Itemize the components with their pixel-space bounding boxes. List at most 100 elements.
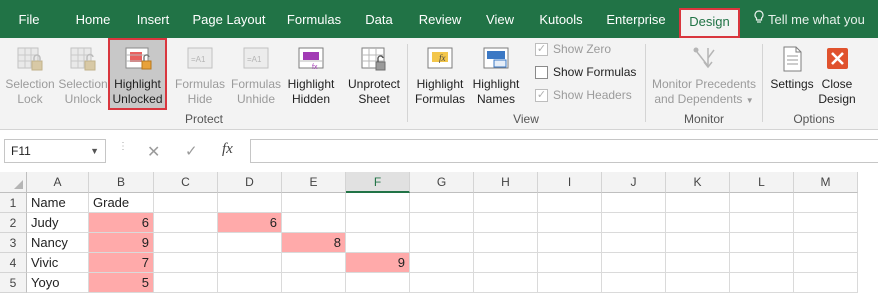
cell-f1[interactable]	[346, 193, 410, 213]
cell-f2[interactable]	[346, 213, 410, 233]
column-header-j[interactable]: J	[602, 172, 666, 193]
column-header-g[interactable]: G	[410, 172, 474, 193]
highlight-formulas-button[interactable]: fx Highlight Formulas	[412, 42, 468, 112]
cell-k1[interactable]	[666, 193, 730, 213]
column-header-a[interactable]: A	[27, 172, 89, 193]
cell-d3[interactable]	[218, 233, 282, 253]
cell-j5[interactable]	[602, 273, 666, 293]
cell-k5[interactable]	[666, 273, 730, 293]
cell-e3[interactable]: 8	[282, 233, 346, 253]
cell-m5[interactable]	[794, 273, 858, 293]
row-header-1[interactable]: 1	[0, 193, 27, 213]
cell-d2[interactable]: 6	[218, 213, 282, 233]
show-zero-checkbox[interactable]: ✓ Show Zero	[535, 42, 611, 56]
formula-input[interactable]	[250, 139, 878, 163]
unprotect-sheet-button[interactable]: Unprotect Sheet	[344, 42, 404, 112]
selection-lock-button[interactable]: Selection Lock	[4, 42, 56, 112]
cell-b5[interactable]: 5	[89, 273, 154, 293]
cell-l1[interactable]	[730, 193, 794, 213]
column-header-f[interactable]: F	[346, 172, 410, 193]
column-header-c[interactable]: C	[154, 172, 218, 193]
cell-i4[interactable]	[538, 253, 602, 273]
tab-review[interactable]: Review	[410, 0, 470, 38]
cell-i2[interactable]	[538, 213, 602, 233]
close-design-button[interactable]: Close Design	[816, 42, 858, 112]
cell-g1[interactable]	[410, 193, 474, 213]
cell-m4[interactable]	[794, 253, 858, 273]
cell-e4[interactable]	[282, 253, 346, 273]
cell-l2[interactable]	[730, 213, 794, 233]
column-header-b[interactable]: B	[89, 172, 154, 193]
cell-b2[interactable]: 6	[89, 213, 154, 233]
cell-i5[interactable]	[538, 273, 602, 293]
highlight-names-button[interactable]: Highlight Names	[468, 42, 524, 112]
cancel-icon[interactable]: ✕	[147, 142, 160, 162]
show-headers-checkbox[interactable]: ✓ Show Headers	[535, 88, 632, 102]
row-header-2[interactable]: 2	[0, 213, 27, 233]
cell-h1[interactable]	[474, 193, 538, 213]
tell-me-search[interactable]: Tell me what you wa	[754, 0, 878, 67]
cell-c2[interactable]	[154, 213, 218, 233]
formulas-unhide-button[interactable]: =A1 Formulas Unhide	[228, 42, 284, 112]
tab-file[interactable]: File	[0, 0, 58, 38]
column-header-h[interactable]: H	[474, 172, 538, 193]
cell-k2[interactable]	[666, 213, 730, 233]
cell-b3[interactable]: 9	[89, 233, 154, 253]
cell-c1[interactable]	[154, 193, 218, 213]
cell-l3[interactable]	[730, 233, 794, 253]
cell-b4[interactable]: 7	[89, 253, 154, 273]
cell-m3[interactable]	[794, 233, 858, 253]
cell-j2[interactable]	[602, 213, 666, 233]
cell-i3[interactable]	[538, 233, 602, 253]
cell-a2[interactable]: Judy	[27, 213, 89, 233]
highlight-hidden-button[interactable]: fx Highlight Hidden	[284, 42, 338, 112]
row-header-4[interactable]: 4	[0, 253, 27, 273]
cell-j3[interactable]	[602, 233, 666, 253]
cell-f3[interactable]	[346, 233, 410, 253]
show-formulas-checkbox[interactable]: Show Formulas	[535, 65, 636, 79]
drag-handle-icon[interactable]: ⋮	[118, 142, 128, 152]
column-header-i[interactable]: I	[538, 172, 602, 193]
monitor-precedents-button[interactable]: Monitor Precedents and Dependents ▼	[650, 42, 758, 112]
tab-home[interactable]: Home	[64, 0, 122, 38]
tab-kutools[interactable]: Kutools	[530, 0, 592, 38]
cell-a1[interactable]: Name	[27, 193, 89, 213]
cell-c3[interactable]	[154, 233, 218, 253]
column-header-k[interactable]: K	[666, 172, 730, 193]
select-all-button[interactable]	[0, 172, 27, 193]
cell-j1[interactable]	[602, 193, 666, 213]
tab-data[interactable]: Data	[356, 0, 402, 38]
cell-h3[interactable]	[474, 233, 538, 253]
cell-g5[interactable]	[410, 273, 474, 293]
cell-k4[interactable]	[666, 253, 730, 273]
highlight-unlocked-button[interactable]: Highlight Unlocked	[108, 38, 167, 110]
cell-e1[interactable]	[282, 193, 346, 213]
cell-b1[interactable]: Grade	[89, 193, 154, 213]
cell-h2[interactable]	[474, 213, 538, 233]
formulas-hide-button[interactable]: =A1 Formulas Hide	[172, 42, 228, 112]
enter-check-icon[interactable]: ✓	[185, 142, 198, 160]
cell-a4[interactable]: Vivic	[27, 253, 89, 273]
tab-enterprise[interactable]: Enterprise	[600, 0, 672, 38]
cell-e5[interactable]	[282, 273, 346, 293]
row-header-3[interactable]: 3	[0, 233, 27, 253]
cell-f5[interactable]	[346, 273, 410, 293]
cell-h5[interactable]	[474, 273, 538, 293]
tab-page-layout[interactable]: Page Layout	[186, 0, 272, 38]
column-header-l[interactable]: L	[730, 172, 794, 193]
cell-c4[interactable]	[154, 253, 218, 273]
column-header-d[interactable]: D	[218, 172, 282, 193]
cell-d5[interactable]	[218, 273, 282, 293]
insert-function-icon[interactable]: fx	[222, 141, 233, 158]
cell-e2[interactable]	[282, 213, 346, 233]
chevron-down-icon[interactable]: ▼	[90, 140, 99, 162]
cell-l4[interactable]	[730, 253, 794, 273]
cell-j4[interactable]	[602, 253, 666, 273]
cell-g2[interactable]	[410, 213, 474, 233]
selection-unlock-button[interactable]: Selection Unlock	[57, 42, 109, 112]
settings-button[interactable]: Settings	[766, 42, 818, 112]
cell-m2[interactable]	[794, 213, 858, 233]
tab-insert[interactable]: Insert	[126, 0, 180, 38]
cell-a3[interactable]: Nancy	[27, 233, 89, 253]
cell-c5[interactable]	[154, 273, 218, 293]
